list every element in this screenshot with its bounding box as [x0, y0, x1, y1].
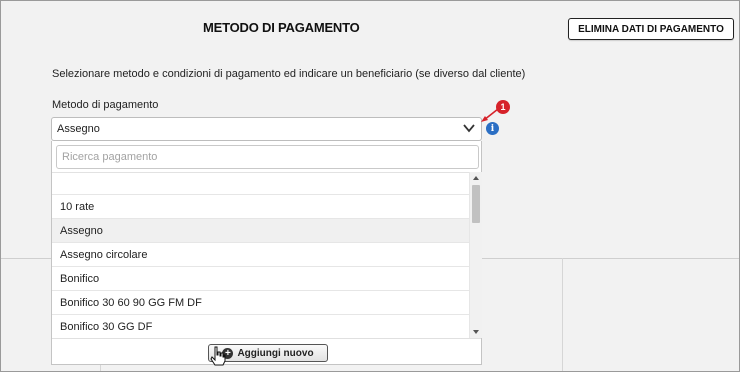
chevron-down-icon[interactable] [462, 121, 476, 135]
scroll-up-arrow-icon[interactable] [473, 176, 479, 180]
list-item[interactable]: Bonifico 30 GG DF [52, 315, 469, 338]
add-new-label: Aggiungi nuovo [237, 347, 314, 359]
scrollbar-thumb[interactable] [472, 185, 480, 223]
add-new-button[interactable]: + Aggiungi nuovo [208, 344, 328, 362]
background-divider [562, 258, 563, 371]
list-item[interactable] [52, 173, 469, 195]
hand-cursor-icon [210, 346, 226, 366]
payment-method-label: Metodo di pagamento [52, 99, 159, 111]
payment-method-dropdown: 10 rate Assegno Assegno circolare Bonifi… [51, 141, 482, 365]
dropdown-footer: + Aggiungi nuovo [52, 338, 481, 364]
payment-method-selected-value: Assegno [57, 123, 100, 135]
delete-payment-data-button[interactable]: ELIMINA DATI DI PAGAMENTO [568, 18, 734, 40]
list-item[interactable]: Bonifico 30 60 90 GG FM DF [52, 291, 469, 315]
list-item[interactable]: Assegno circolare [52, 243, 469, 267]
scroll-down-arrow-icon[interactable] [473, 330, 479, 334]
list-item[interactable]: Bonifico [52, 267, 469, 291]
list-item[interactable]: 10 rate [52, 195, 469, 219]
list-scrollbar[interactable] [469, 172, 482, 338]
payment-method-select[interactable]: Assegno [51, 117, 482, 141]
instructions-text: Selezionare metodo e condizioni di pagam… [52, 68, 526, 80]
payment-method-list: 10 rate Assegno Assegno circolare Bonifi… [52, 172, 469, 338]
list-item-selected[interactable]: Assegno [52, 219, 469, 243]
page-title: METODO DI PAGAMENTO [203, 20, 360, 35]
payment-search-input[interactable] [56, 145, 479, 169]
annotation-badge: 1 [496, 100, 510, 114]
